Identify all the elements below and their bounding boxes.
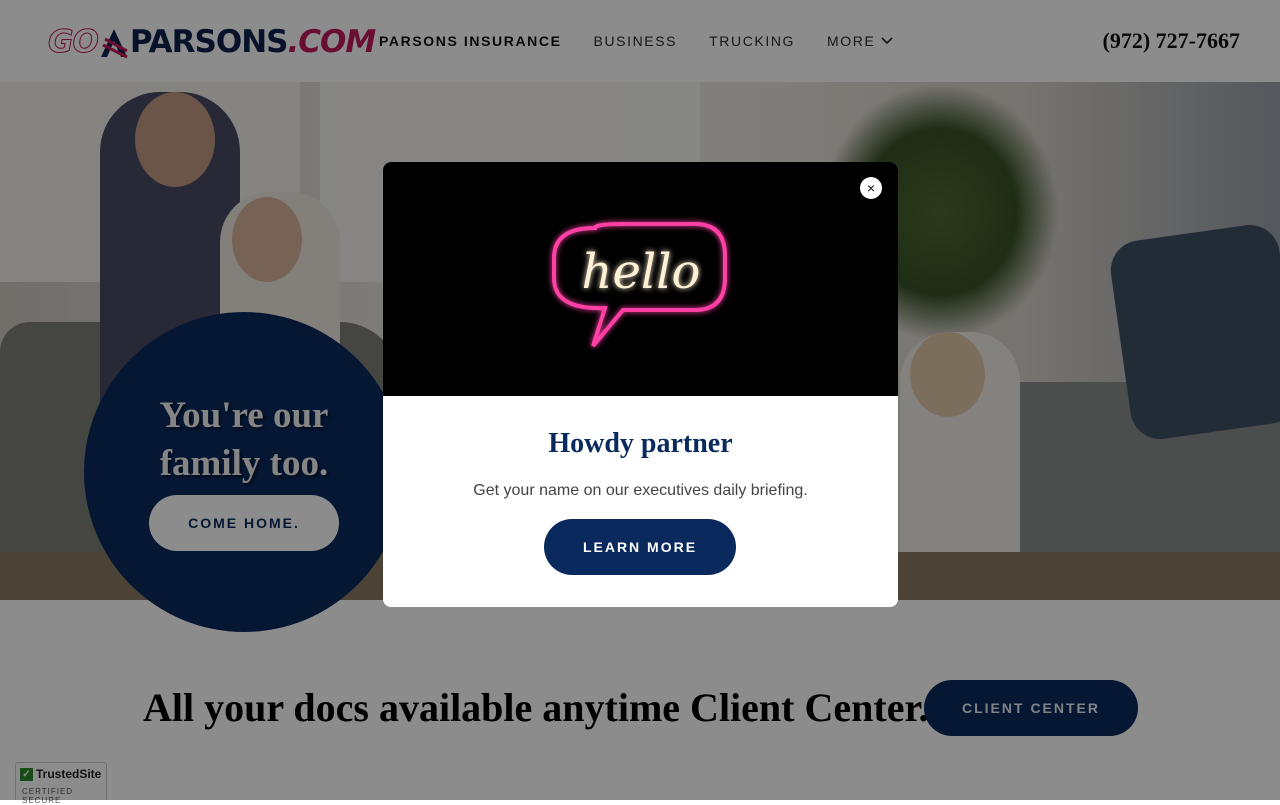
promo-modal: hello × Howdy partner Get your name on o… bbox=[383, 162, 898, 607]
modal-title: Howdy partner bbox=[548, 428, 733, 459]
learn-more-button[interactable]: LEARN MORE bbox=[544, 519, 736, 575]
close-button[interactable]: × bbox=[860, 177, 882, 199]
modal-text: Get your name on our executives daily br… bbox=[473, 482, 808, 499]
neon-hello-text: hello bbox=[582, 244, 701, 300]
modal-image: hello bbox=[383, 162, 898, 396]
close-icon: × bbox=[866, 180, 876, 196]
neon-hello-sign: hello bbox=[552, 222, 727, 348]
